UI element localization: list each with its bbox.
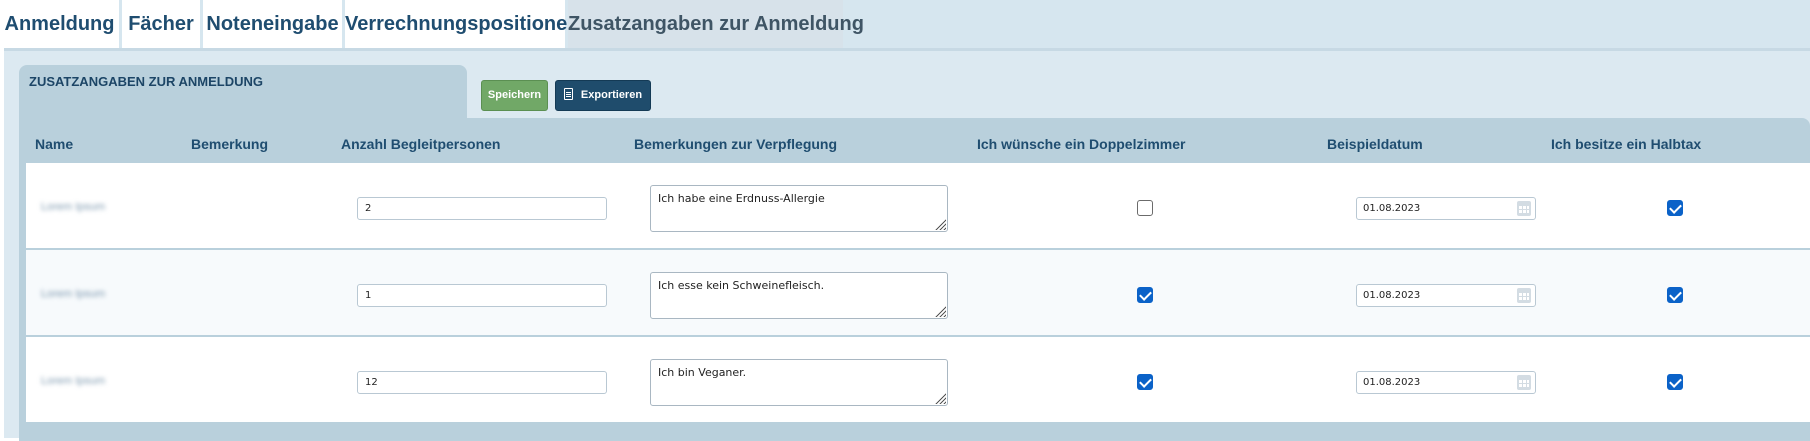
column-header-verpflegung: Bemerkungen zur Verpflegung	[634, 136, 838, 152]
table-row: Lorem Ipsum 1 Ich esse kein Schweineflei…	[26, 250, 1810, 335]
export-button[interactable]: Exportieren	[555, 80, 651, 111]
data-table: Name Bemerkung Anzahl Begleitpersonen Be…	[19, 118, 1810, 441]
date-input[interactable]: 01.08.2023	[1356, 197, 1536, 220]
date-value: 01.08.2023	[1363, 290, 1421, 301]
column-header-beispieldatum: Beispieldatum	[1327, 136, 1423, 152]
panel-title: ZUSATZANGABEN ZUR ANMELDUNG	[29, 74, 263, 89]
column-header-name: Name	[35, 136, 74, 152]
column-header-bemerkung: Bemerkung	[191, 136, 269, 152]
resize-handle-icon[interactable]	[934, 305, 946, 317]
doppelzimmer-checkbox[interactable]	[1137, 200, 1153, 216]
tab-noteneingabe[interactable]: Noteneingabe	[203, 0, 342, 48]
calendar-icon[interactable]	[1517, 201, 1531, 216]
column-header-doppelzimmer: Ich wünsche ein Doppelzimmer	[977, 136, 1186, 152]
tab-verrechnungspositionen[interactable]: Verrechnungspositionen	[345, 0, 579, 48]
verpflegung-textarea[interactable]: Ich habe eine Erdnuss-Allergie	[650, 185, 948, 232]
tab-bar: Anmeldung Fächer Noteneingabe Verrechnun…	[0, 0, 1810, 48]
halbtax-checkbox[interactable]	[1667, 287, 1683, 303]
tab-anmeldung[interactable]: Anmeldung	[0, 0, 119, 48]
table-row: Lorem Ipsum 2 Ich habe eine Erdnuss-Alle…	[26, 163, 1810, 248]
table-row: Lorem Ipsum 12 Ich bin Veganer. 01.08.20…	[26, 337, 1810, 422]
date-value: 01.08.2023	[1363, 377, 1421, 388]
halbtax-checkbox[interactable]	[1667, 374, 1683, 390]
date-value: 01.08.2023	[1363, 203, 1421, 214]
resize-handle-icon[interactable]	[934, 218, 946, 230]
doppelzimmer-checkbox[interactable]	[1137, 287, 1153, 303]
doppelzimmer-checkbox[interactable]	[1137, 374, 1153, 390]
verpflegung-text: Ich bin Veganer.	[658, 366, 747, 379]
person-name: Lorem Ipsum	[41, 375, 106, 387]
document-icon	[563, 88, 573, 101]
begleitpersonen-input[interactable]: 1	[357, 284, 607, 307]
date-input[interactable]: 01.08.2023	[1356, 371, 1536, 394]
halbtax-checkbox[interactable]	[1667, 200, 1683, 216]
person-name: Lorem Ipsum	[41, 288, 106, 300]
save-button[interactable]: Speichern	[481, 80, 548, 111]
verpflegung-textarea[interactable]: Ich esse kein Schweinefleisch.	[650, 272, 948, 319]
calendar-icon[interactable]	[1517, 288, 1531, 303]
resize-handle-icon[interactable]	[934, 392, 946, 404]
begleitpersonen-input[interactable]: 2	[357, 197, 607, 220]
date-input[interactable]: 01.08.2023	[1356, 284, 1536, 307]
begleitpersonen-input[interactable]: 12	[357, 371, 607, 394]
column-header-begleitpersonen: Anzahl Begleitpersonen	[341, 136, 501, 152]
verpflegung-textarea[interactable]: Ich bin Veganer.	[650, 359, 948, 406]
tab-faecher[interactable]: Fächer	[122, 0, 200, 48]
person-name: Lorem Ipsum	[41, 201, 106, 213]
calendar-icon[interactable]	[1517, 375, 1531, 390]
column-header-halbtax: Ich besitze ein Halbtax	[1551, 136, 1702, 152]
export-label: Exportieren	[580, 89, 643, 101]
tab-zusatzangaben[interactable]: Zusatzangaben zur Anmeldung	[568, 0, 864, 48]
verpflegung-text: Ich esse kein Schweinefleisch.	[658, 279, 825, 292]
verpflegung-text: Ich habe eine Erdnuss-Allergie	[658, 192, 825, 205]
main-panel: ZUSATZANGABEN ZUR ANMELDUNG Speichern Ex…	[4, 48, 1810, 441]
